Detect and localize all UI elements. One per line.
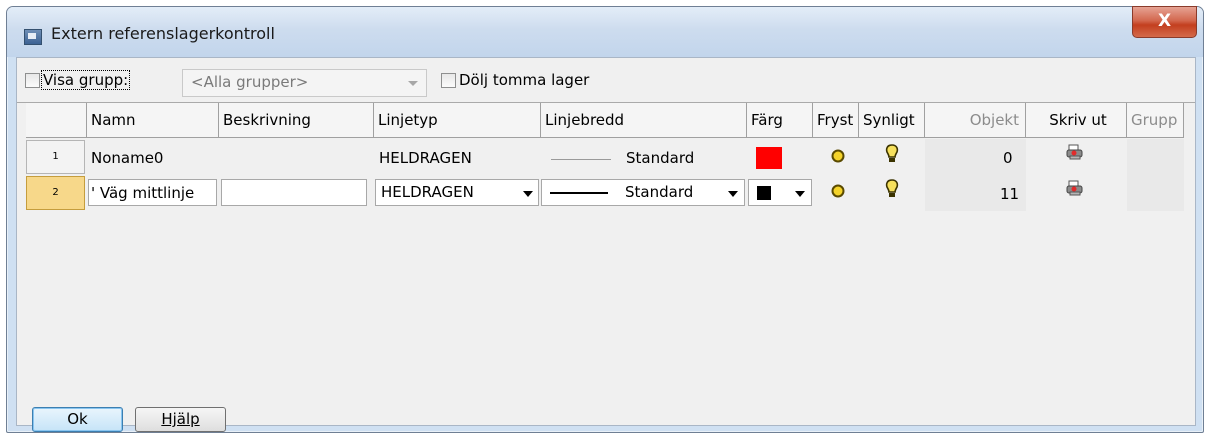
hide-empty-layers-checkbox[interactable]	[441, 73, 456, 88]
freeze-sun-icon[interactable]	[831, 148, 845, 164]
column-header-description[interactable]: Beskrivning	[219, 103, 374, 138]
window-title: Extern referenslagerkontroll	[51, 24, 275, 43]
chevron-down-icon	[408, 81, 418, 86]
show-group-checkbox[interactable]	[25, 73, 40, 88]
layer-linewidth-select[interactable]: Standard	[541, 179, 745, 206]
layer-color-swatch[interactable]	[756, 147, 782, 169]
dialog-body: Visa grupp: <Alla grupper> Dölj tomma la…	[16, 57, 1196, 432]
show-group-label: Visa grupp:	[41, 70, 131, 90]
layer-linetype-value: HELDRAGEN	[381, 183, 474, 201]
layer-object-count: 0	[1003, 149, 1013, 167]
layer-name-value: ' Väg mittlinje	[91, 184, 195, 202]
layer-color-swatch	[757, 186, 771, 200]
linewidth-sample	[551, 159, 611, 160]
group-column-bg	[1127, 139, 1184, 211]
layer-linewidth-value: Standard	[625, 183, 694, 201]
group-select[interactable]: <Alla grupper>	[182, 69, 427, 97]
column-header-frozen[interactable]: Fryst	[813, 103, 859, 138]
freeze-sun-icon[interactable]	[831, 183, 845, 199]
app-icon	[24, 29, 42, 45]
chevron-down-icon	[795, 191, 805, 197]
layer-table: Namn Beskrivning Linjetyp Linjebredd Fär…	[17, 102, 1195, 388]
layer-object-count: 11	[1000, 185, 1020, 203]
column-header-print[interactable]: Skriv ut	[1026, 103, 1127, 138]
row-header-corner	[26, 103, 87, 138]
chevron-down-icon	[523, 191, 533, 197]
column-header-group[interactable]: Grupp	[1127, 103, 1184, 138]
layer-linetype-select[interactable]: HELDRAGEN	[375, 179, 539, 206]
lightbulb-icon[interactable]	[885, 179, 899, 199]
filter-bar: Visa grupp: <Alla grupper> Dölj tomma la…	[17, 58, 1195, 102]
column-header-color[interactable]: Färg	[747, 103, 813, 138]
linewidth-sample	[550, 192, 608, 194]
column-header-name[interactable]: Namn	[87, 103, 219, 138]
hide-empty-layers-label: Dölj tomma lager	[459, 71, 590, 89]
dialog-window: Extern referenslagerkontroll X Visa grup…	[6, 6, 1204, 433]
column-header-visible[interactable]: Synligt	[859, 103, 925, 138]
help-button-label: Hjälp	[161, 410, 200, 428]
printer-icon[interactable]	[1066, 179, 1084, 197]
close-icon: X	[1157, 11, 1172, 31]
layer-linewidth[interactable]: Standard	[626, 149, 694, 167]
group-select-value: <Alla grupper>	[191, 73, 309, 91]
layer-name-input[interactable]: ' Väg mittlinje	[88, 179, 217, 206]
layer-description-input[interactable]	[221, 179, 367, 206]
ok-button[interactable]: Ok	[32, 407, 123, 432]
ok-button-label: Ok	[67, 410, 88, 428]
column-header-objects[interactable]: Objekt	[925, 103, 1026, 138]
printer-icon[interactable]	[1066, 143, 1084, 161]
layer-color-select[interactable]	[748, 179, 812, 206]
chevron-down-icon	[728, 191, 738, 197]
column-header-linetype[interactable]: Linjetyp	[374, 103, 541, 138]
layer-name[interactable]: Noname0	[91, 149, 163, 167]
close-button[interactable]: X	[1132, 6, 1197, 38]
row-number[interactable]: 1	[26, 140, 85, 174]
show-group-label-wrap: Visa grupp:	[41, 70, 131, 90]
column-header-linewidth[interactable]: Linjebredd	[541, 103, 747, 138]
help-button[interactable]: Hjälp	[135, 407, 226, 432]
layer-linetype[interactable]: HELDRAGEN	[379, 149, 472, 167]
title-bar[interactable]: Extern referenslagerkontroll X	[7, 6, 1203, 57]
lightbulb-icon[interactable]	[885, 144, 899, 164]
row-number[interactable]: 2	[26, 176, 85, 210]
